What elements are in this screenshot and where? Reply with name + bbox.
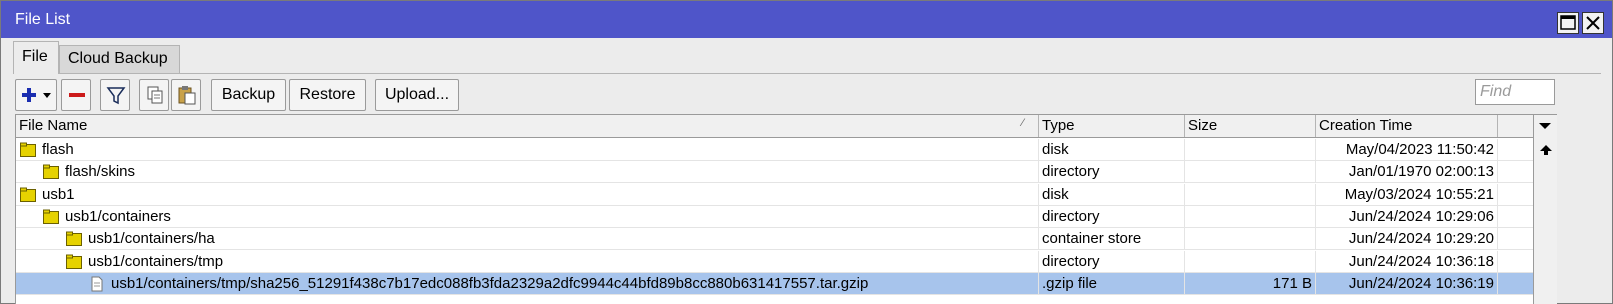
tab-cloud-backup[interactable]: Cloud Backup	[59, 45, 180, 73]
title-bar[interactable]: File List	[1, 1, 1612, 38]
find-input[interactable]	[1475, 79, 1555, 105]
cell-type: .gzip file	[1039, 272, 1185, 295]
paste-icon	[178, 86, 196, 105]
cell-file-name: usb1	[16, 183, 1039, 206]
backup-button[interactable]: Backup	[211, 79, 286, 111]
cell-creation-time: Jun/24/2024 10:36:19	[1316, 272, 1498, 295]
col-header-spacer	[1498, 115, 1534, 137]
minus-icon	[69, 93, 85, 97]
folder-icon	[43, 164, 59, 180]
window-title: File List	[15, 11, 71, 28]
cell-size	[1185, 183, 1316, 206]
close-icon	[1586, 16, 1600, 30]
cell-type: directory	[1039, 250, 1185, 273]
col-header-creation-time[interactable]: Creation Time	[1316, 115, 1498, 137]
table-row[interactable]: usb1/containers directory Jun/24/2024 10:2…	[16, 205, 1534, 228]
cell-file-name: flash	[16, 139, 1039, 161]
cell-type: directory	[1039, 161, 1185, 184]
file-name-text: flash	[42, 141, 74, 158]
cell-file-name: usb1/containers/tmp	[16, 250, 1039, 273]
cell-creation-time: Jun/24/2024 10:29:20	[1316, 228, 1498, 251]
cell-file-name: usb1/containers/tmp/sha256_51291f438c7b1…	[16, 272, 1039, 295]
upload-button[interactable]: Upload...	[375, 79, 459, 111]
folder-icon	[66, 254, 82, 269]
funnel-icon	[106, 87, 126, 105]
maximize-button[interactable]	[1557, 12, 1579, 34]
sort-indicator-icon: ⁄	[1022, 117, 1024, 129]
table-row[interactable]: usb1/containers/ha container store Jun/24/…	[16, 228, 1534, 251]
cell-creation-time: Jun/24/2024 10:29:06	[1316, 205, 1498, 228]
folder-icon	[20, 142, 36, 157]
filter-button[interactable]	[100, 79, 130, 111]
close-button[interactable]	[1582, 12, 1604, 34]
column-menu-icon[interactable]	[1534, 115, 1558, 139]
plus-icon	[22, 88, 51, 102]
tab-file[interactable]: File	[13, 41, 59, 74]
file-name-text: flash/skins	[65, 163, 136, 181]
file-name-text: usb1/containers/ha	[88, 230, 215, 248]
copy-icon	[147, 86, 163, 104]
table-row[interactable]: flash disk May/04/2023 11:50:42	[16, 139, 1534, 161]
restore-button[interactable]: Restore	[289, 79, 366, 111]
folder-icon	[66, 231, 82, 247]
cell-creation-time: Jan/01/1970 02:00:13	[1316, 161, 1498, 184]
table-row[interactable]: usb1/containers/tmp/sha256_51291f438c7b1…	[16, 272, 1534, 295]
table-row[interactable]: usb1/containers/tmp directory Jun/24/2024 …	[16, 250, 1534, 273]
cell-creation-time: Jun/24/2024 10:36:18	[1316, 250, 1498, 273]
cell-type: container store	[1039, 228, 1185, 251]
table-row[interactable]: flash/skins directory Jan/01/1970 02:00:13	[16, 161, 1534, 184]
cell-size	[1185, 228, 1316, 251]
cell-creation-time: May/04/2023 11:50:42	[1316, 139, 1498, 161]
table-row[interactable]: usb1 disk May/03/2024 10:55:21	[16, 183, 1534, 206]
scrollbar[interactable]	[1533, 114, 1557, 304]
cell-creation-time: May/03/2024 10:55:21	[1316, 183, 1498, 206]
file-name-text: usb1/containers/tmp	[88, 252, 224, 270]
file-name-text: usb1/containers	[65, 207, 171, 225]
paste-button[interactable]	[171, 79, 201, 111]
cell-size	[1185, 139, 1316, 161]
col-header-file-name[interactable]: File Name	[16, 115, 1039, 137]
cell-type: disk	[1039, 183, 1185, 206]
file-list-window: File List File Cloud Backup Backup Resto…	[0, 0, 1613, 304]
cell-file-name: usb1/containers/ha	[16, 228, 1039, 251]
add-button[interactable]	[15, 79, 57, 111]
remove-button[interactable]	[61, 79, 91, 111]
col-header-type[interactable]: Type	[1039, 115, 1185, 137]
cell-size	[1185, 161, 1316, 184]
folder-icon	[43, 209, 59, 224]
cell-size: 171 B	[1185, 272, 1316, 295]
file-name-text: usb1/containers/tmp/sha256_51291f438c7b1…	[111, 274, 869, 292]
cell-file-name: flash/skins	[16, 161, 1039, 184]
file-icon	[91, 276, 103, 292]
copy-button[interactable]	[139, 79, 169, 111]
file-name-text: usb1	[42, 185, 75, 203]
cell-type: disk	[1039, 139, 1185, 161]
cell-type: directory	[1039, 205, 1185, 228]
file-table: File Name ⁄ Type Size Creation Time flas…	[15, 114, 1534, 304]
cell-size	[1185, 205, 1316, 228]
folder-icon	[20, 187, 36, 202]
scroll-up-icon[interactable]	[1534, 139, 1558, 163]
cell-size	[1185, 250, 1316, 273]
cell-file-name: usb1/containers	[16, 205, 1039, 228]
maximize-icon	[1560, 15, 1576, 30]
table-header: File Name ⁄ Type Size Creation Time	[16, 114, 1534, 138]
col-header-size[interactable]: Size	[1185, 115, 1316, 137]
toolbar: Backup Restore Upload...	[13, 73, 1601, 116]
